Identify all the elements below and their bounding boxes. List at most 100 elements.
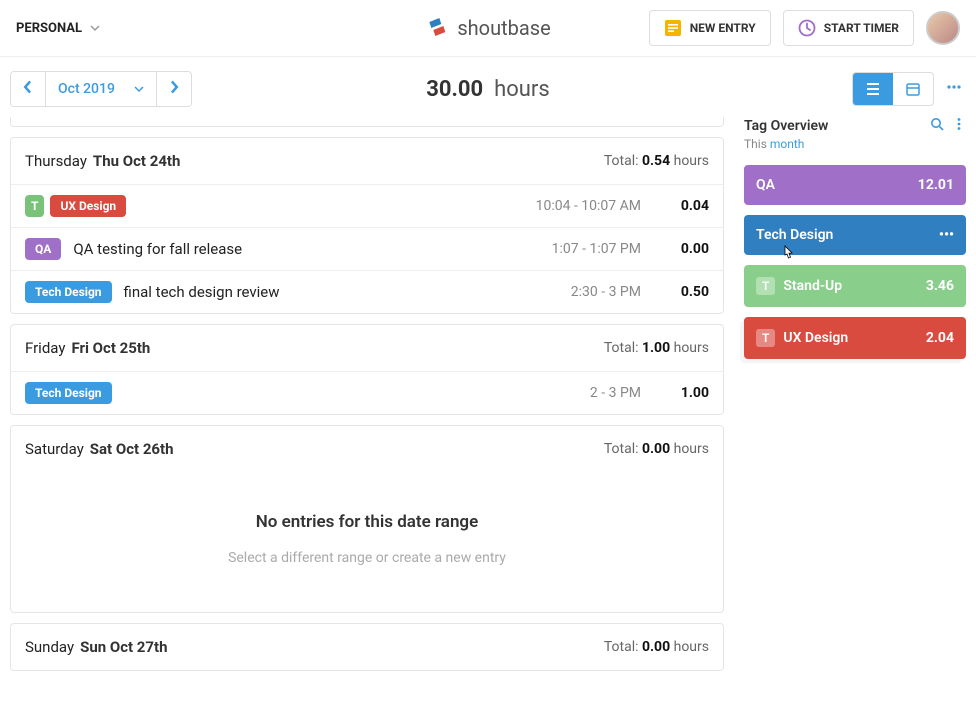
day-name: Thursday	[25, 152, 87, 170]
day-total: Total: 0.00 hours	[604, 441, 709, 457]
next-period-button[interactable]	[157, 72, 191, 106]
chevron-down-icon	[134, 84, 144, 94]
overview-tag-value: 12.01	[918, 177, 954, 193]
day-header[interactable]: Thursday Thu Oct 24th Total: 0.54 hours	[11, 138, 723, 184]
entries-column: Thursday Thu Oct 24th Total: 0.54 hours …	[10, 117, 724, 681]
tag-badge[interactable]: UX Design	[50, 195, 126, 217]
day-card: Sunday Sun Oct 27th Total: 0.00 hours	[10, 623, 724, 671]
day-card: Saturday Sat Oct 26th Total: 0.00 hours …	[10, 425, 724, 613]
overview-tag-prefix: T	[756, 329, 775, 347]
overview-tag-name: QA	[756, 177, 918, 193]
entry-time-range: 10:04 - 10:07 AM	[536, 198, 641, 214]
day-header[interactable]: Sunday Sun Oct 27th Total: 0.00 hours	[11, 624, 723, 670]
panel-title: Tag Overview	[744, 118, 828, 134]
day-total: Total: 0.00 hours	[604, 639, 709, 655]
day-date: Sat Oct 26th	[90, 440, 174, 458]
list-icon	[865, 81, 881, 97]
day-header[interactable]: Friday Fri Oct 25th Total: 1.00 hours	[11, 325, 723, 371]
chevron-left-icon	[21, 80, 35, 94]
entry-description: QA testing for fall release	[73, 240, 242, 258]
tag-badge[interactable]: T	[25, 195, 44, 217]
chevron-down-icon	[90, 23, 100, 33]
entry-tags: QA	[25, 238, 61, 260]
total-hours-label: hours	[494, 77, 550, 102]
chevron-right-icon	[167, 80, 181, 94]
day-date: Fri Oct 25th	[71, 339, 150, 357]
day-card-peek	[10, 117, 724, 127]
cursor-pointer-icon	[780, 245, 796, 263]
panel-period-link[interactable]: month	[770, 137, 805, 151]
overview-tag-name: UX Design	[783, 330, 925, 346]
workspace-selector[interactable]: PERSONAL	[16, 21, 100, 36]
brand-logo: shoutbase	[425, 16, 550, 40]
list-view-button[interactable]	[853, 73, 893, 105]
entry-duration: 0.00	[659, 241, 709, 257]
main-content: Thursday Thu Oct 24th Total: 0.54 hours …	[0, 117, 976, 701]
tag-overview-item[interactable]: Tech Design •••	[744, 215, 966, 255]
panel-header: Tag Overview	[744, 117, 966, 135]
user-avatar[interactable]	[926, 11, 960, 45]
time-entry[interactable]: T UX Design 10:04 - 10:07 AM 0.04	[11, 184, 723, 227]
period-selector[interactable]: Oct 2019	[45, 72, 157, 106]
start-timer-button[interactable]: START TIMER	[783, 10, 914, 46]
day-name: Friday	[25, 339, 65, 357]
entry-time-range: 2:30 - 3 PM	[571, 284, 641, 300]
date-navigator: Oct 2019	[10, 71, 192, 107]
tag-badge[interactable]: Tech Design	[25, 382, 112, 404]
toolbar: Oct 2019 30.00 hours	[0, 57, 976, 117]
tag-overview-item[interactable]: T Stand-Up 3.46	[744, 265, 966, 307]
empty-subtext: Select a different range or create a new…	[21, 550, 713, 566]
header-actions: NEW ENTRY START TIMER	[649, 10, 960, 46]
panel-actions	[930, 117, 966, 135]
entry-duration: 0.50	[659, 284, 709, 300]
overview-tag-name: Stand-Up	[783, 278, 925, 294]
total-hours-value: 30.00	[426, 77, 483, 102]
timer-icon	[798, 19, 816, 37]
time-entry[interactable]: Tech Design final tech design review 2:3…	[11, 270, 723, 313]
day-total: Total: 1.00 hours	[604, 340, 709, 356]
empty-heading: No entries for this date range	[21, 512, 713, 532]
new-entry-label: NEW ENTRY	[690, 21, 756, 35]
day-date: Sun Oct 27th	[80, 638, 167, 656]
entry-tags: Tech Design	[25, 281, 112, 303]
new-entry-button[interactable]: NEW ENTRY	[649, 10, 771, 46]
empty-state: No entries for this date range Select a …	[11, 472, 723, 612]
panel-subtitle: This month	[744, 137, 966, 151]
new-entry-icon	[664, 19, 682, 37]
panel-search-button[interactable]	[930, 117, 944, 135]
panel-more-button[interactable]	[952, 117, 966, 135]
entry-time-range: 2 - 3 PM	[590, 385, 641, 401]
tag-overview-panel: Tag Overview This month QA 12.01 Tech De…	[744, 117, 966, 369]
overview-tag-prefix: T	[756, 277, 775, 295]
entry-tags: Tech Design	[25, 382, 112, 404]
more-options-button[interactable]	[942, 75, 966, 103]
day-header[interactable]: Saturday Sat Oct 26th Total: 0.00 hours	[11, 426, 723, 472]
entry-duration: 1.00	[659, 385, 709, 401]
entry-time-range: 1:07 - 1:07 PM	[552, 241, 641, 257]
day-card: Thursday Thu Oct 24th Total: 0.54 hours …	[10, 137, 724, 314]
overview-tag-value: •••	[939, 227, 954, 243]
tag-badge[interactable]: QA	[25, 238, 61, 260]
dots-horizontal-icon	[946, 79, 962, 95]
dots-vertical-icon	[952, 117, 966, 131]
day-date: Thu Oct 24th	[93, 152, 180, 170]
workspace-label: PERSONAL	[16, 21, 82, 36]
period-label: Oct 2019	[58, 81, 115, 97]
day-name: Saturday	[25, 440, 84, 458]
overview-tag-name: Tech Design	[756, 227, 939, 243]
prev-period-button[interactable]	[11, 72, 45, 106]
time-entry[interactable]: Tech Design 2 - 3 PM 1.00	[11, 371, 723, 414]
day-name: Sunday	[25, 638, 74, 656]
overview-tag-value: 2.04	[926, 330, 954, 346]
tag-overview-item[interactable]: QA 12.01	[744, 165, 966, 205]
entry-tags: T UX Design	[25, 195, 126, 217]
time-entry[interactable]: QA QA testing for fall release 1:07 - 1:…	[11, 227, 723, 270]
calendar-view-button[interactable]	[893, 73, 933, 105]
tag-badge[interactable]: Tech Design	[25, 281, 112, 303]
tag-overview-item[interactable]: T UX Design 2.04	[744, 317, 966, 359]
logo-mark-icon	[425, 16, 449, 40]
day-card: Friday Fri Oct 25th Total: 1.00 hours Te…	[10, 324, 724, 415]
entry-description: final tech design review	[124, 283, 280, 301]
day-total: Total: 0.54 hours	[604, 153, 709, 169]
calendar-icon	[905, 81, 921, 97]
